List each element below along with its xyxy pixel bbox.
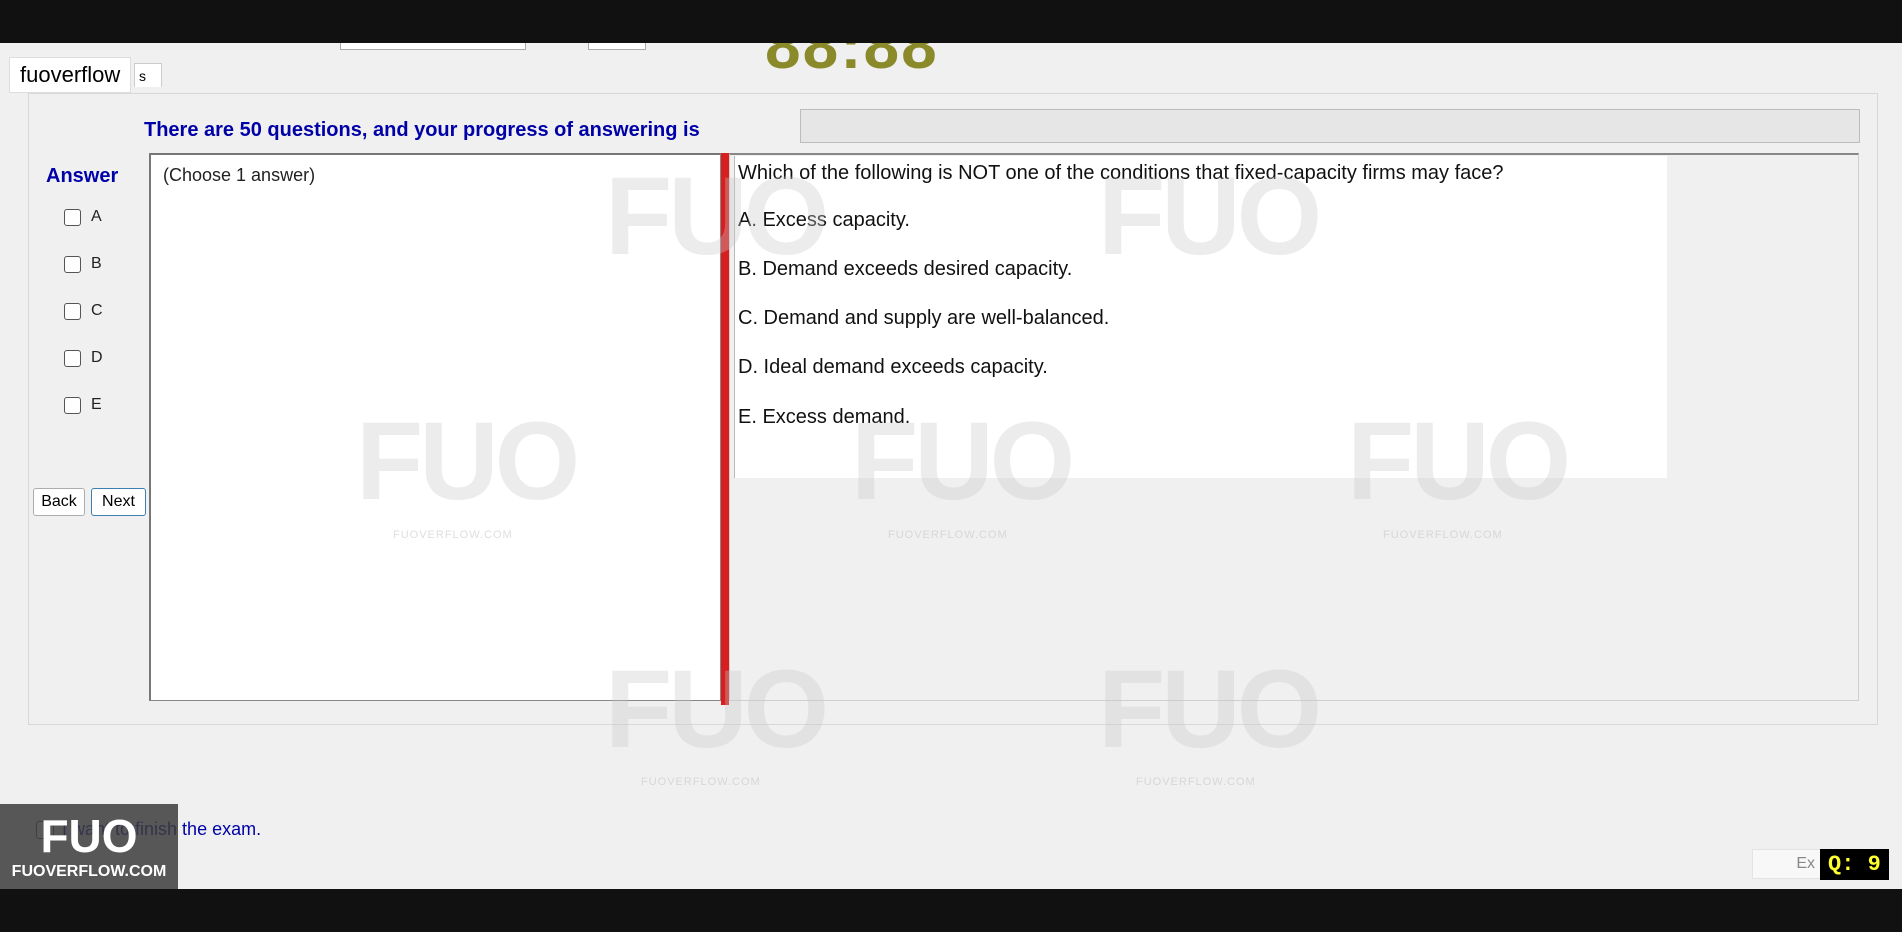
- back-button[interactable]: Back: [33, 488, 85, 516]
- logo-site: FUOVERFLOW.COM: [11, 862, 167, 880]
- answer-option-d[interactable]: D: [64, 347, 103, 369]
- progress-label: There are 50 questions, and your progres…: [144, 119, 700, 141]
- watermark-site: FUOVERFLOW.COM: [888, 529, 1008, 541]
- watermark-logo: FUO: [605, 155, 829, 278]
- watermark-site: FUOVERFLOW.COM: [641, 776, 761, 788]
- choice-c: C. Demand and supply are well-balanced.: [738, 307, 1110, 329]
- checkbox-a[interactable]: [64, 208, 81, 226]
- logo-mark: FUO: [40, 809, 138, 862]
- watermark-logo: FUO: [605, 648, 829, 771]
- exam-window: 88:88 s fuoverflow There are 50 question…: [0, 43, 1902, 889]
- option-label-b: B: [91, 255, 102, 272]
- watermark-site: FUOVERFLOW.COM: [1136, 776, 1256, 788]
- choice-d: D. Ideal demand exceeds capacity.: [738, 356, 1048, 378]
- option-label-d: D: [91, 349, 103, 366]
- checkbox-c[interactable]: [64, 302, 81, 320]
- fuoverflow-logo: FUO FUOVERFLOW.COM: [0, 804, 178, 889]
- exit-button[interactable]: Ex: [1752, 849, 1822, 879]
- option-label-c: C: [91, 302, 103, 319]
- choose-hint: (Choose 1 answer): [163, 165, 316, 185]
- next-button[interactable]: Next: [91, 488, 146, 516]
- watermark-logo: FUO: [1347, 400, 1571, 523]
- top-letterbox: [0, 0, 1902, 43]
- watermark-logo: FUO: [356, 400, 580, 523]
- watermark-logo: FUO: [1098, 155, 1322, 278]
- timer-display: 88:88: [765, 43, 939, 82]
- checkbox-d[interactable]: [64, 349, 81, 367]
- checkbox-e[interactable]: [64, 396, 81, 414]
- tab-label[interactable]: fuoverflow: [9, 57, 132, 93]
- watermark-logo: FUO: [1098, 648, 1322, 771]
- answer-title: Answer: [46, 165, 119, 187]
- progress-bar: [800, 109, 1860, 143]
- question-counter: Q: 9: [1820, 849, 1889, 880]
- checkbox-b[interactable]: [64, 255, 81, 273]
- tab-partial[interactable]: s: [134, 63, 162, 87]
- option-label-a: A: [91, 208, 102, 225]
- watermark-site: FUOVERFLOW.COM: [393, 529, 513, 541]
- top-field-edge[interactable]: [588, 43, 646, 50]
- bottom-letterbox: [0, 889, 1902, 932]
- watermark-logo: FUO: [851, 400, 1075, 523]
- option-label-e: E: [91, 396, 102, 413]
- answer-option-a[interactable]: A: [64, 206, 102, 228]
- answer-option-c[interactable]: C: [64, 300, 103, 322]
- answer-option-e[interactable]: E: [64, 394, 102, 416]
- top-dropdown-edge[interactable]: [340, 43, 526, 50]
- watermark-site: FUOVERFLOW.COM: [1383, 529, 1503, 541]
- answer-option-b[interactable]: B: [64, 253, 102, 275]
